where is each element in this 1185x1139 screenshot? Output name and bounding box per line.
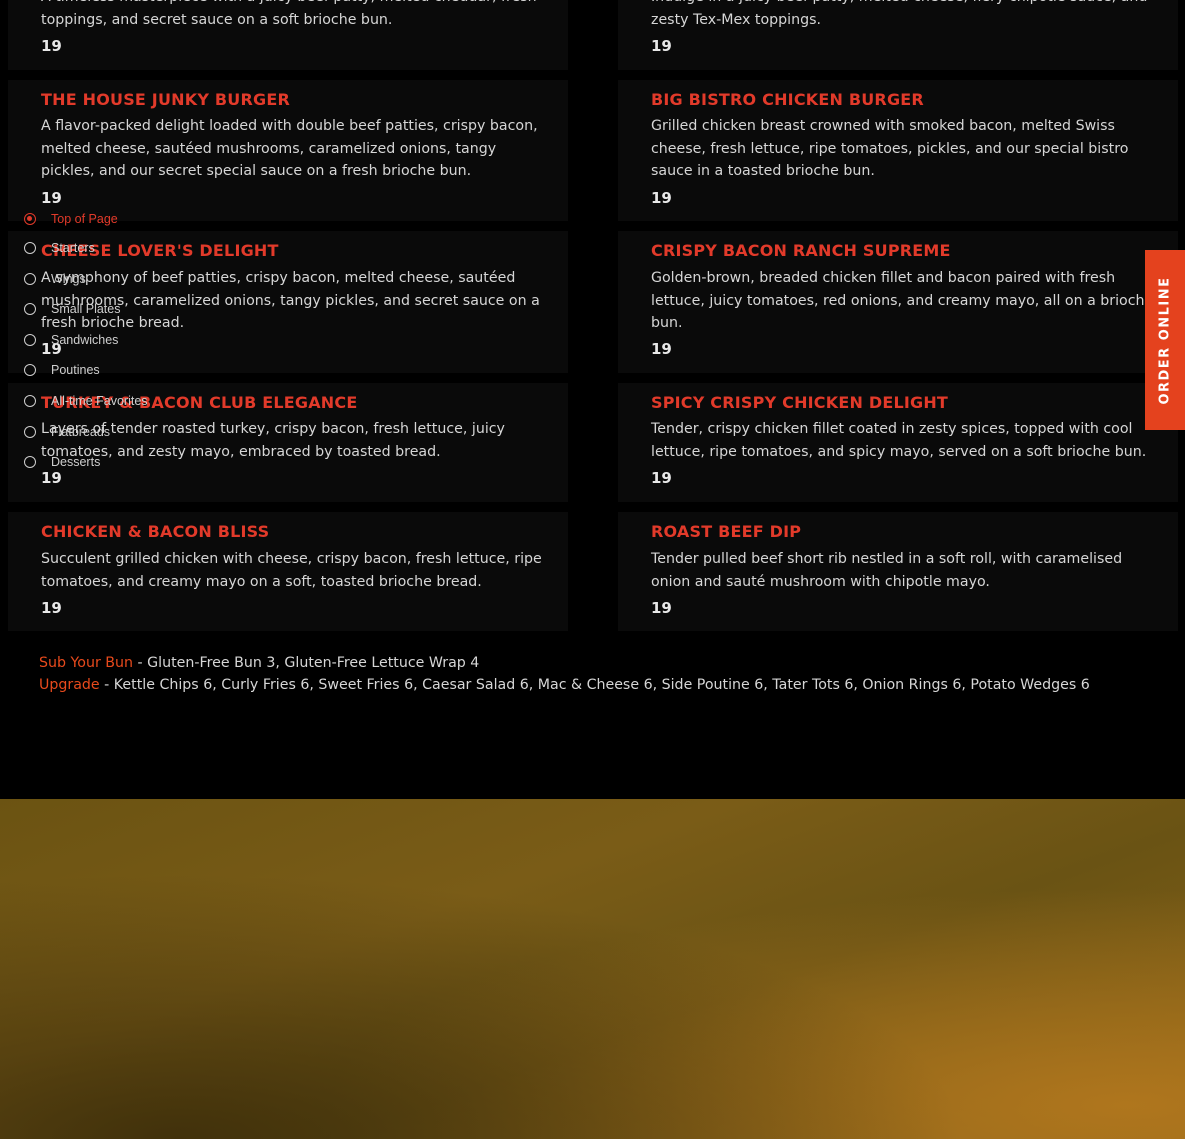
nav-item-label: Starters: [51, 241, 95, 255]
menu-card-price: 19: [651, 37, 672, 55]
menu-card-price: 19: [651, 469, 672, 487]
menu-card-desc: Tender, crispy chicken fillet coated in …: [651, 421, 1147, 460]
nav-dot-icon: [24, 426, 36, 438]
sub-your-bun-label: Sub Your Bun: [39, 655, 134, 671]
menu-card-desc: A flavor-packed delight loaded with doub…: [41, 118, 538, 179]
menu-card-title: CRISPY BACON RANCH SUPREME: [651, 241, 951, 260]
menu-card-title: SPICY CRISPY CHICKEN DELIGHT: [651, 393, 949, 412]
menu-card-chicken-bacon-bliss: CHICKEN & BACON BLISS Succulent grilled …: [8, 512, 568, 631]
menu-card-price: 19: [41, 599, 62, 617]
nav-item-top-of-page[interactable]: Top of Page: [24, 209, 118, 229]
nav-dot-icon: [24, 364, 36, 376]
nav-item-sandwiches[interactable]: Sandwiches: [24, 330, 118, 350]
menu-card-title: THE HOUSE JUNKY BURGER: [41, 90, 290, 109]
nav-dot-icon: [24, 213, 36, 225]
menu-card-title: BIG BISTRO CHICKEN BURGER: [651, 90, 924, 109]
nav-dot-icon: [24, 303, 36, 315]
menu-card-title: CHICKEN & BACON BLISS: [41, 522, 270, 541]
sub-your-bun-options: - Gluten-Free Bun 3, Gluten-Free Lettuce…: [133, 655, 480, 671]
nav-dot-icon: [24, 334, 36, 346]
menu-card-desc: Layers of tender roasted turkey, crispy …: [41, 421, 505, 460]
upgrade-line: Upgrade - Kettle Chips 6, Curly Fries 6,…: [39, 677, 1090, 693]
menu-card-price: 19: [41, 37, 62, 55]
nav-item-starters[interactable]: Starters: [24, 238, 95, 258]
nav-item-label: Small Plates: [51, 302, 121, 316]
upgrade-options: - Kettle Chips 6, Curly Fries 6, Sweet F…: [99, 677, 1090, 693]
menu-card-partial-left: A timeless masterpiece with a juicy beef…: [8, 0, 568, 70]
menu-card-spicy-crispy-chicken: SPICY CRISPY CHICKEN DELIGHT Tender, cri…: [618, 383, 1178, 502]
menu-card-big-bistro-chicken-burger: BIG BISTRO CHICKEN BURGER Grilled chicke…: [618, 80, 1178, 221]
menu-card-desc: Grilled chicken breast crowned with smok…: [651, 118, 1129, 179]
sub-your-bun-line: Sub Your Bun - Gluten-Free Bun 3, Gluten…: [39, 655, 479, 671]
menu-card-desc: Golden-brown, breaded chicken fillet and…: [651, 270, 1154, 331]
menu-card-price: 19: [651, 189, 672, 207]
footer-background: [0, 799, 1185, 1139]
menu-card-roast-beef-dip: ROAST BEEF DIP Tender pulled beef short …: [618, 512, 1178, 631]
menu-card-desc: Indulge in a juicy beef patty, melted ch…: [651, 0, 1147, 28]
nav-item-label: Wings: [51, 272, 86, 286]
nav-dot-icon: [24, 273, 36, 285]
menu-card-desc: Tender pulled beef short rib nestled in …: [651, 551, 1123, 590]
nav-item-label: Top of Page: [51, 212, 118, 226]
menu-card-partial-right: Indulge in a juicy beef patty, melted ch…: [618, 0, 1178, 70]
nav-dot-icon: [24, 242, 36, 254]
nav-item-label: Sandwiches: [51, 333, 119, 347]
menu-card-title: ROAST BEEF DIP: [651, 522, 802, 541]
nav-item-label: Desserts: [51, 455, 101, 469]
nav-dot-icon: [24, 456, 36, 468]
menu-card-price: 19: [651, 599, 672, 617]
menu-card-crispy-bacon-ranch-supreme: CRISPY BACON RANCH SUPREME Golden-brown,…: [618, 231, 1178, 373]
order-online-button[interactable]: ORDER ONLINE: [1145, 250, 1185, 430]
upgrade-label: Upgrade: [39, 677, 100, 693]
menu-card-price: 19: [41, 189, 62, 207]
nav-item-flatbreads[interactable]: Flatbreads: [24, 422, 110, 442]
nav-item-all-time-favorites[interactable]: All-time Favorites: [24, 391, 148, 411]
nav-dot-icon: [24, 395, 36, 407]
order-online-label: ORDER ONLINE: [1157, 275, 1173, 405]
nav-item-poutines[interactable]: Poutines: [24, 360, 100, 380]
nav-item-small-plates[interactable]: Small Plates: [24, 299, 120, 319]
nav-item-wings[interactable]: Wings: [24, 269, 86, 289]
menu-card-desc: A timeless masterpiece with a juicy beef…: [41, 0, 537, 28]
menu-card-desc: Succulent grilled chicken with cheese, c…: [41, 551, 542, 590]
menu-card-price: 19: [651, 340, 672, 358]
menu-card-house-junky-burger: THE HOUSE JUNKY BURGER A flavor-packed d…: [8, 80, 568, 221]
nav-item-label: All-time Favorites: [51, 394, 148, 408]
nav-item-label: Poutines: [51, 363, 100, 377]
nav-item-label: Flatbreads: [51, 425, 111, 439]
nav-item-desserts[interactable]: Desserts: [24, 452, 100, 472]
